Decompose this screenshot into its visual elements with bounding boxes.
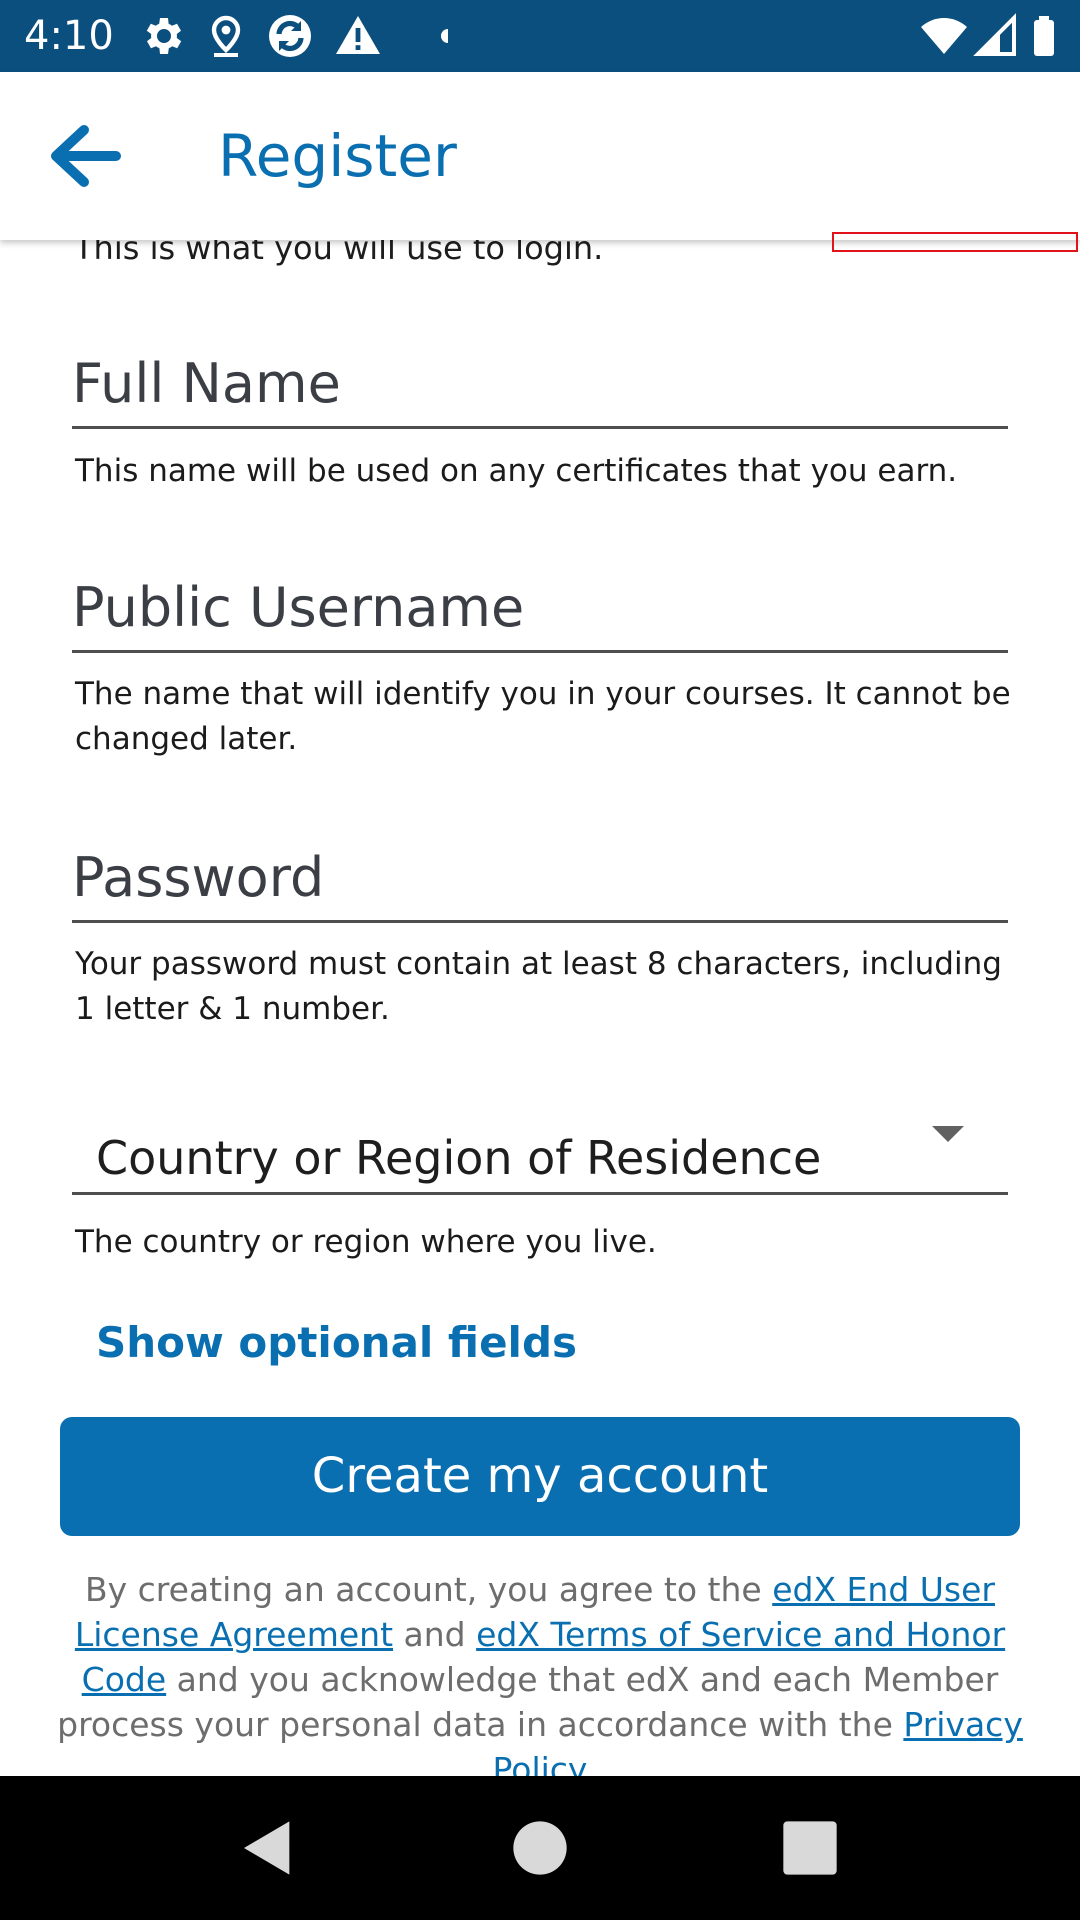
password-hint: Your password must contain at least 8 ch… — [75, 946, 1002, 1027]
status-bar: 4:10 — [0, 0, 1080, 72]
wifi-icon — [921, 18, 967, 54]
country-hint: The country or region where you live. — [75, 1224, 657, 1260]
back-arrow-icon[interactable] — [44, 120, 124, 192]
country-dropdown[interactable]: Country or Region of Residence — [72, 1110, 1008, 1195]
status-time: 4:10 — [24, 13, 114, 59]
battery-icon — [1034, 16, 1054, 56]
nav-back-icon[interactable] — [236, 1816, 300, 1880]
nav-home-icon[interactable] — [508, 1816, 572, 1880]
dot-icon — [441, 29, 448, 43]
legal-text: By creating an account, you agree to the… — [56, 1567, 1024, 1792]
username-label: Public Username — [72, 576, 525, 639]
focus-highlight — [832, 232, 1078, 252]
username-field[interactable]: Public Username — [72, 568, 1008, 653]
legal-text-part1: By creating an account, you agree to the — [85, 1570, 773, 1609]
show-optional-fields-link[interactable]: Show optional fields — [96, 1316, 577, 1370]
full-name-label: Full Name — [72, 352, 341, 415]
password-field[interactable]: Password — [72, 838, 1008, 923]
sync-icon — [269, 15, 311, 57]
create-account-button[interactable]: Create my account — [60, 1417, 1020, 1536]
full-name-field[interactable]: Full Name — [72, 344, 1008, 429]
full-name-hint: This name will be used on any certificat… — [75, 453, 958, 489]
username-hint: The name that will identify you in your … — [75, 676, 1011, 757]
nav-recents-icon[interactable] — [778, 1816, 842, 1880]
password-label: Password — [72, 846, 325, 909]
signal-icon — [973, 13, 1016, 56]
warning-icon — [336, 16, 380, 54]
navigation-bar — [0, 1776, 1080, 1920]
page-title: Register — [218, 122, 457, 190]
chevron-down-icon — [932, 1126, 964, 1142]
location-pin-icon — [211, 15, 241, 57]
app-bar: Register — [0, 72, 1080, 240]
gear-icon — [146, 18, 182, 54]
country-label: Country or Region of Residence — [96, 1131, 822, 1185]
legal-text-part2: and — [393, 1615, 477, 1654]
legal-text-part3: and you acknowledge that edX and each Me… — [57, 1660, 999, 1744]
